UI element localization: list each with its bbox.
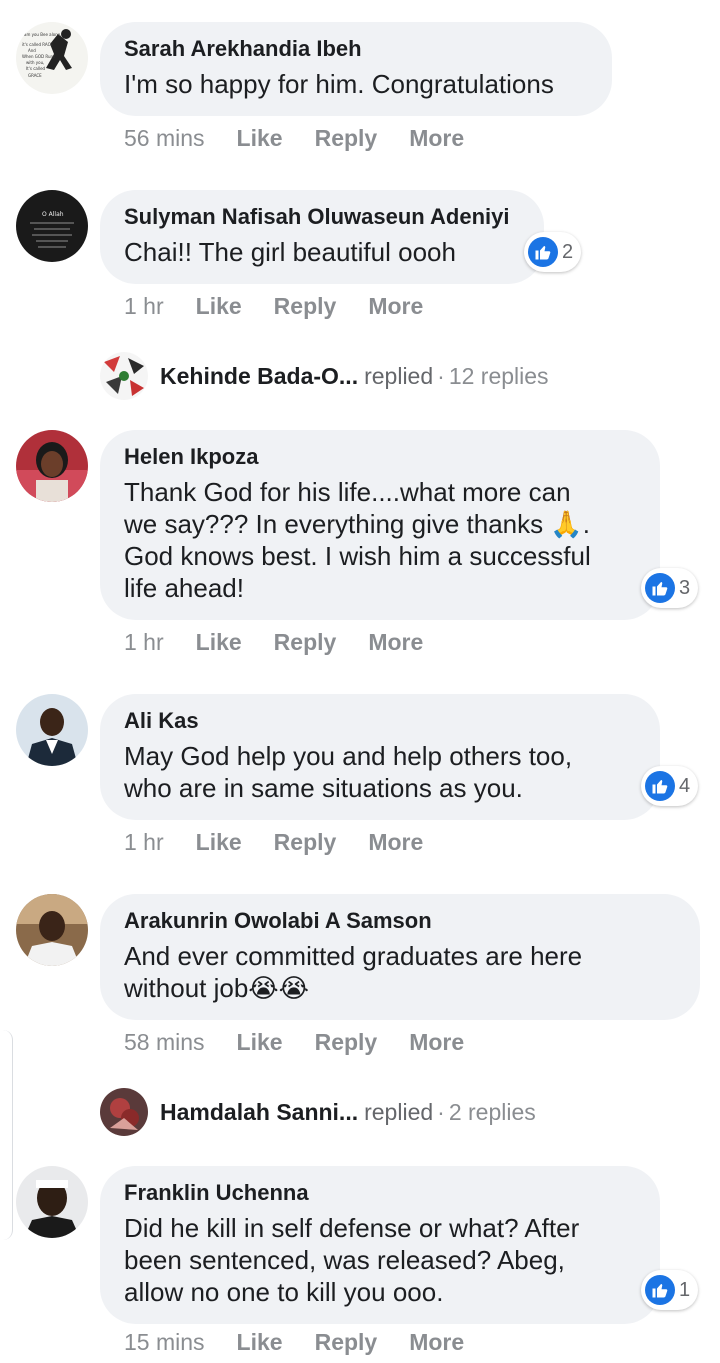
like-button[interactable]: Like: [237, 1029, 283, 1056]
avatar-caption: it's called RACE: [22, 42, 53, 47]
like-button[interactable]: Like: [237, 1329, 283, 1356]
view-replies-link[interactable]: Kehinde Bada-O... replied · 12 replies: [100, 351, 549, 401]
comment-timestamp: 1 hr: [124, 292, 164, 319]
reply-button[interactable]: Reply: [315, 125, 378, 152]
avatar[interactable]: O Allah: [16, 190, 88, 262]
reaction-count[interactable]: 2: [524, 232, 582, 272]
comment-actions: 1 hr Like Reply More: [124, 286, 455, 326]
avatar: [100, 1088, 148, 1136]
avatar: [100, 352, 148, 400]
comment-text: May God help you and help others too, wh…: [124, 741, 573, 803]
separator-dot: ·: [437, 362, 445, 389]
reply-count: 12 replies: [448, 362, 549, 389]
reply-author: Kehinde Bada-O...: [160, 362, 359, 389]
comment-author[interactable]: Ali Kas: [124, 706, 636, 736]
reaction-number: 4: [679, 774, 691, 797]
avatar-caption: O Allah: [42, 211, 64, 218]
reaction-number: 3: [679, 576, 691, 599]
comment-actions: 1 hr Like Reply More: [124, 622, 455, 662]
avatar-caption: GRACE: [28, 73, 42, 78]
comment-bubble[interactable]: Arakunrin Owolabi A Samson And ever comm…: [100, 894, 700, 1020]
comment-bubble[interactable]: Ali Kas May God help you and help others…: [100, 694, 660, 820]
reply-author: Hamdalah Sanni...: [160, 1098, 359, 1125]
avatar-caption: with you,: [26, 60, 44, 65]
side-panel-edge: [0, 1030, 13, 1240]
reply-button[interactable]: Reply: [315, 1329, 378, 1356]
more-button[interactable]: More: [409, 1029, 464, 1056]
like-button[interactable]: Like: [196, 629, 242, 656]
reaction-number: 2: [562, 240, 574, 263]
avatar[interactable]: [16, 430, 88, 502]
comment-bubble[interactable]: Sarah Arekhandia Ibeh I'm so happy for h…: [100, 22, 612, 116]
reply-button[interactable]: Reply: [274, 293, 337, 320]
reply-count: 2 replies: [448, 1098, 536, 1125]
comment-actions: 58 mins Like Reply More: [124, 1022, 496, 1062]
reply-button[interactable]: Reply: [315, 1029, 378, 1056]
avatar[interactable]: am you Bee alone, it's called RACE And W…: [16, 22, 88, 94]
thumbs-up-icon: [528, 237, 558, 267]
like-button[interactable]: Like: [237, 125, 283, 152]
thumbs-up-icon: [645, 771, 675, 801]
comment-text: Did he kill in self defense or what? Aft…: [124, 1213, 580, 1307]
comment-author[interactable]: Sarah Arekhandia Ibeh: [124, 34, 588, 64]
reaction-count[interactable]: 1: [641, 1270, 699, 1310]
comment-author[interactable]: Helen Ikpoza: [124, 442, 636, 472]
comment-timestamp: 1 hr: [124, 628, 164, 655]
comment-text: And ever committed graduates are here wi…: [124, 941, 583, 1003]
comment-timestamp: 58 mins: [124, 1028, 205, 1055]
like-button[interactable]: Like: [196, 829, 242, 856]
reaction-count[interactable]: 4: [641, 766, 699, 806]
more-button[interactable]: More: [409, 125, 464, 152]
comment-timestamp: 15 mins: [124, 1328, 205, 1355]
avatar[interactable]: [16, 894, 88, 966]
comment-author[interactable]: Sulyman Nafisah Oluwaseun Adeniyi: [124, 202, 520, 232]
comment-bubble[interactable]: Franklin Uchenna Did he kill in self def…: [100, 1166, 660, 1324]
like-button[interactable]: Like: [196, 293, 242, 320]
view-replies-link[interactable]: Hamdalah Sanni... replied · 2 replies: [100, 1087, 536, 1137]
avatar[interactable]: [16, 1166, 88, 1238]
comment-actions: 1 hr Like Reply More: [124, 822, 455, 862]
comment-bubble[interactable]: Sulyman Nafisah Oluwaseun Adeniyi Chai!!…: [100, 190, 544, 284]
avatar-caption: And: [28, 48, 36, 53]
avatar-caption: It's called: [26, 66, 46, 71]
avatar-caption: am you Bee alone,: [24, 32, 61, 37]
comment-author[interactable]: Franklin Uchenna: [124, 1178, 636, 1208]
comment-actions: 56 mins Like Reply More: [124, 118, 496, 158]
reply-button[interactable]: Reply: [274, 629, 337, 656]
thumbs-up-icon: [645, 573, 675, 603]
reaction-count[interactable]: 3: [641, 568, 699, 608]
more-button[interactable]: More: [368, 293, 423, 320]
more-button[interactable]: More: [368, 629, 423, 656]
comment-text: Chai!! The girl beautiful oooh: [124, 237, 456, 267]
thumbs-up-icon: [645, 1275, 675, 1305]
comment-timestamp: 1 hr: [124, 828, 164, 855]
reply-action-text: replied: [364, 1098, 434, 1125]
comment-text: I'm so happy for him. Congratulations: [124, 69, 554, 99]
reply-button[interactable]: Reply: [274, 829, 337, 856]
avatar-caption: When GOD Runs: [22, 54, 55, 59]
more-button[interactable]: More: [409, 1329, 464, 1356]
avatar[interactable]: [16, 694, 88, 766]
comment-timestamp: 56 mins: [124, 124, 205, 151]
more-button[interactable]: More: [368, 829, 423, 856]
comment-author[interactable]: Arakunrin Owolabi A Samson: [124, 906, 676, 936]
reaction-number: 1: [679, 1278, 691, 1301]
reply-action-text: replied: [364, 362, 434, 389]
comment-actions: 15 mins Like Reply More: [124, 1322, 496, 1362]
separator-dot: ·: [437, 1098, 445, 1125]
comment-bubble[interactable]: Helen Ikpoza Thank God for his life....w…: [100, 430, 660, 620]
comment-text: Thank God for his life....what more can …: [124, 477, 591, 603]
